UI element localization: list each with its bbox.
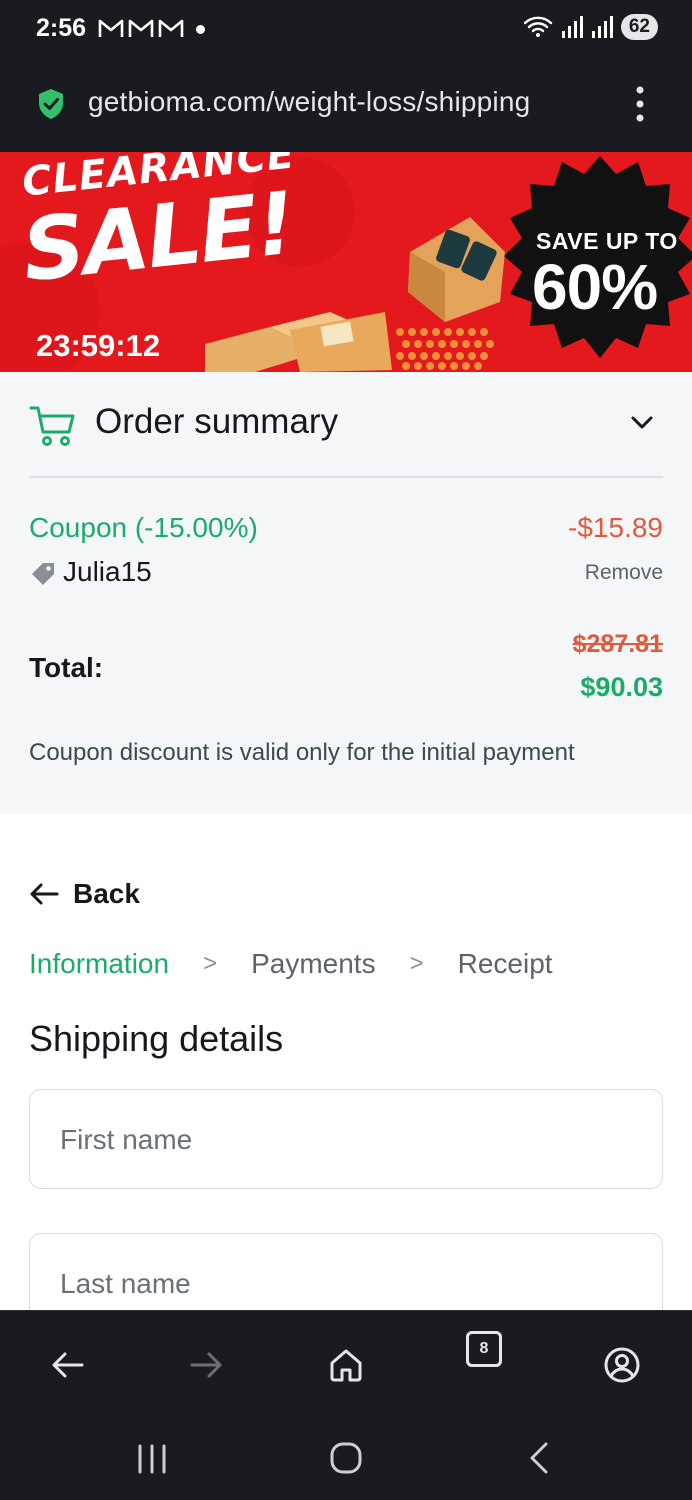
countdown-timer: 23:59:12: [36, 328, 161, 363]
signal-icon: [591, 16, 613, 38]
step-receipt[interactable]: Receipt: [458, 948, 553, 980]
system-nav-bar: [0, 1416, 692, 1500]
coupon-code: Julia15: [63, 556, 152, 587]
status-time: 2:56: [36, 14, 87, 42]
checkout-steps: Information > Payments > Receipt: [29, 948, 553, 980]
step-separator: >: [203, 950, 218, 977]
coupon-label: Coupon (-15.00%): [29, 512, 258, 543]
url-text[interactable]: getbioma.com/weight-loss/shipping: [88, 86, 530, 118]
shipping-details-title: Shipping details: [29, 1018, 284, 1059]
browser-url-bar[interactable]: getbioma.com/weight-loss/shipping: [0, 58, 692, 152]
screen: 2:56 62 getbioma.com/weight-loss/shippin…: [0, 0, 692, 1500]
clearance-sale-banner[interactable]: CLEARANCE SALE! 23:59:12 SAVE UP TO 60%: [0, 152, 692, 372]
system-home-icon[interactable]: [326, 1438, 366, 1478]
step-payments[interactable]: Payments: [251, 948, 376, 980]
battery-indicator: 62: [620, 14, 658, 40]
notification-dot: [196, 25, 205, 34]
coupon-amount: -$15.89: [568, 512, 663, 543]
order-summary-panel: Order summary Coupon (-15.00%) -$15.89 J…: [0, 372, 692, 814]
wifi-icon: [523, 16, 553, 37]
status-indicators: 62: [523, 14, 658, 40]
first-name-input[interactable]: [60, 1120, 630, 1160]
browser-back-icon[interactable]: [48, 1345, 88, 1385]
last-name-input[interactable]: [60, 1264, 630, 1304]
secure-shield-icon: [39, 89, 63, 119]
back-label: Back: [73, 878, 140, 909]
badge-line2: 60%: [532, 251, 658, 323]
remove-coupon-link[interactable]: Remove: [585, 561, 663, 585]
coupon-note: Coupon discount is valid only for the in…: [29, 739, 575, 766]
system-back-icon[interactable]: [520, 1438, 560, 1478]
step-separator: >: [409, 950, 424, 977]
gmail-icon: [158, 19, 184, 37]
notification-icons: [98, 17, 184, 39]
status-bar: 2:56 62: [0, 0, 692, 58]
total-original-price: $287.81: [572, 630, 663, 658]
total-final-price: $90.03: [580, 672, 663, 702]
first-name-field[interactable]: [29, 1089, 663, 1189]
recent-apps-icon[interactable]: [132, 1438, 172, 1478]
gmail-icon: [98, 19, 124, 37]
back-button[interactable]: Back: [29, 878, 140, 910]
gmail-icon: [128, 19, 154, 37]
divider: [29, 476, 663, 478]
account-icon[interactable]: [602, 1345, 642, 1385]
shopping-cart-icon: [29, 406, 75, 446]
home-icon[interactable]: [326, 1345, 366, 1385]
step-information[interactable]: Information: [29, 948, 169, 980]
tabs-button[interactable]: 8: [466, 1331, 502, 1367]
order-summary-title: Order summary: [95, 402, 339, 441]
arrow-left-icon: [30, 883, 59, 905]
browser-forward-icon[interactable]: [186, 1345, 226, 1385]
chevron-down-icon[interactable]: [630, 413, 654, 431]
signal-icon: [561, 16, 583, 38]
tag-icon: [32, 563, 54, 585]
browser-toolbar: [0, 1310, 692, 1416]
more-menu-icon[interactable]: [630, 84, 650, 124]
total-label: Total:: [29, 652, 104, 683]
